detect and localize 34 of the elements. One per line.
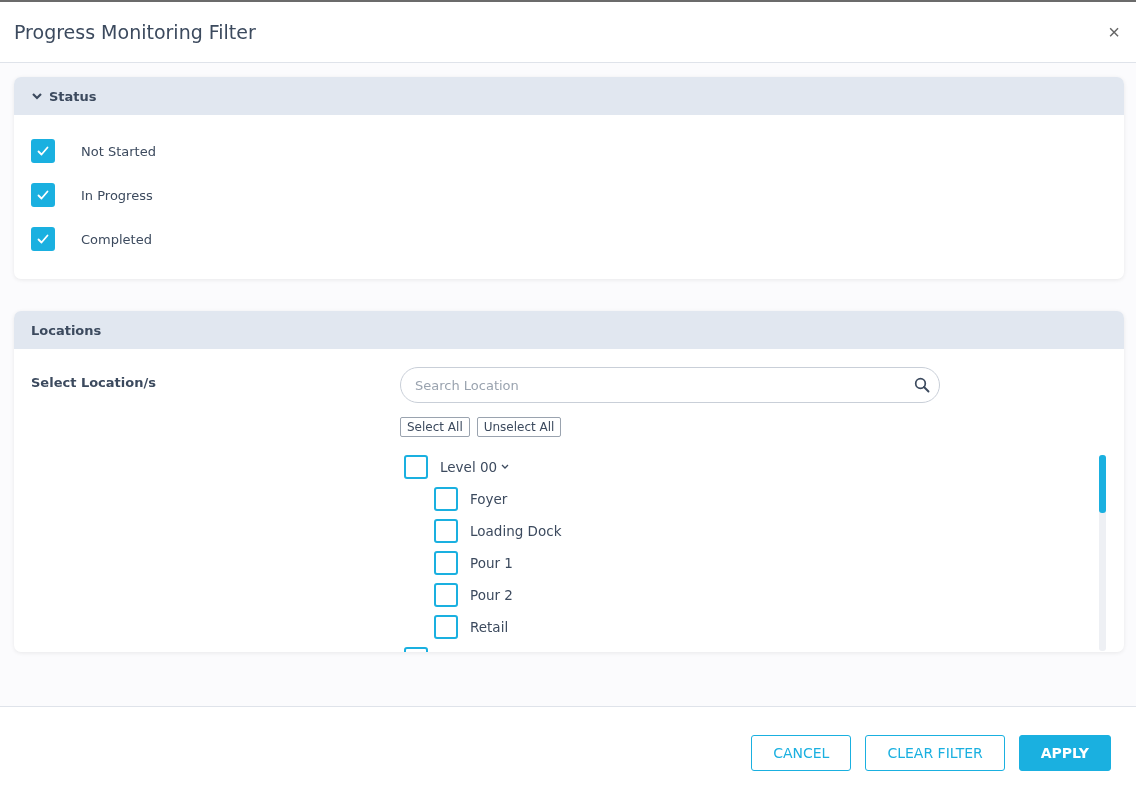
field-label: Select Location/s (31, 374, 157, 392)
section-title: Status (49, 88, 97, 104)
checkbox[interactable] (434, 551, 458, 575)
checkbox[interactable] (31, 227, 55, 251)
section-title: Locations (31, 322, 102, 338)
tree-item[interactable]: Retail (470, 619, 509, 635)
select-button[interactable]: Select All (400, 417, 470, 437)
tree-item[interactable]: Pour 2 (470, 587, 513, 603)
tree-item[interactable]: Level 00 (440, 459, 498, 475)
tree-item[interactable]: Pour 1 (470, 555, 513, 571)
close-button[interactable]: × (1106, 22, 1122, 42)
tree-item[interactable]: Loading Dock (470, 523, 562, 539)
checkbox[interactable] (434, 615, 458, 639)
section-header[interactable]: Status (14, 77, 1124, 115)
check-icon (36, 232, 50, 246)
check-icon (36, 144, 50, 158)
option-label: In Progress (81, 187, 153, 203)
checkbox[interactable] (434, 583, 458, 607)
checkbox[interactable] (31, 183, 55, 207)
search-field[interactable]: Search Location (400, 367, 940, 403)
checkbox[interactable] (404, 455, 428, 479)
checkbox[interactable] (434, 519, 458, 543)
scrollbar-thumb[interactable] (1099, 455, 1106, 513)
checkbox[interactable] (434, 487, 458, 511)
check-icon (36, 188, 50, 202)
search-icon (914, 377, 930, 393)
select-button[interactable]: Unselect All (476, 417, 562, 437)
option-label: Completed (81, 231, 152, 247)
option-label: Not Started (81, 143, 156, 159)
dialog-title: Progress Monitoring Filter (14, 21, 256, 43)
tree-item[interactable]: Foyer (470, 491, 508, 507)
chevron-down-icon (31, 91, 43, 101)
checkbox[interactable] (31, 139, 55, 163)
scrollbar[interactable] (1099, 455, 1106, 651)
